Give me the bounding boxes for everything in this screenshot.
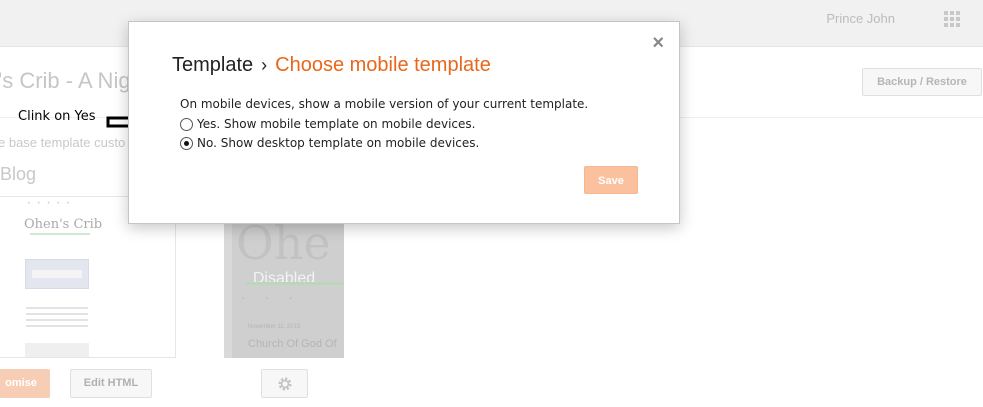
preview-image	[25, 343, 89, 357]
mobile-settings-button[interactable]	[261, 369, 308, 398]
option-yes-mobile-template[interactable]: Yes. Show mobile template on mobile devi…	[180, 117, 475, 131]
dialog-title: Template › Choose mobile template	[172, 54, 491, 77]
backup-restore-button[interactable]: Backup / Restore	[862, 68, 982, 96]
preview-text-lines	[26, 307, 88, 331]
preview-accent-line	[30, 233, 90, 235]
breadcrumb-separator: ›	[261, 55, 268, 75]
option-yes-label: Yes. Show mobile template on mobile devi…	[197, 117, 476, 131]
preview-banner	[25, 259, 89, 289]
edit-html-button[interactable]: Edit HTML	[70, 369, 152, 398]
apps-grid-icon[interactable]	[944, 11, 960, 27]
save-button[interactable]: Save	[584, 166, 638, 194]
user-name-link[interactable]: Prince John	[826, 11, 895, 26]
mobile-preview-post-title: Church Of God Of	[248, 338, 337, 350]
dialog-heading: Choose mobile template	[275, 54, 491, 76]
choose-mobile-template-dialog: × Template › Choose mobile template On mob…	[128, 21, 680, 224]
customise-button[interactable]: omise	[0, 369, 50, 398]
mobile-preview-nav: ▪ ▪ ▪	[242, 296, 302, 302]
close-icon[interactable]: ×	[652, 33, 664, 53]
mobile-preview-logo: Ohe	[236, 216, 331, 270]
radio-yes[interactable]	[180, 117, 193, 131]
base-template-description: e base template custo	[0, 135, 126, 150]
dialog-description: On mobile devices, show a mobile version…	[180, 97, 589, 111]
preview-nav-dots: • • • • •	[28, 201, 73, 207]
option-no-desktop-template[interactable]: No. Show desktop template on mobile devi…	[180, 136, 479, 150]
option-no-label: No. Show desktop template on mobile devi…	[197, 136, 480, 150]
mobile-preview-accent-line	[246, 282, 344, 285]
preview-logo: Ohen's Crib	[24, 217, 103, 232]
annotation-label: Clink on Yes	[18, 109, 96, 124]
section-label-blog: Blog	[0, 164, 37, 184]
breadcrumb-template: Template	[172, 54, 254, 76]
gear-icon	[278, 377, 291, 390]
mobile-preview-date: November 11, 2015	[248, 324, 301, 330]
mobile-disabled-label: Disabled	[252, 270, 316, 287]
radio-no[interactable]	[180, 136, 193, 150]
